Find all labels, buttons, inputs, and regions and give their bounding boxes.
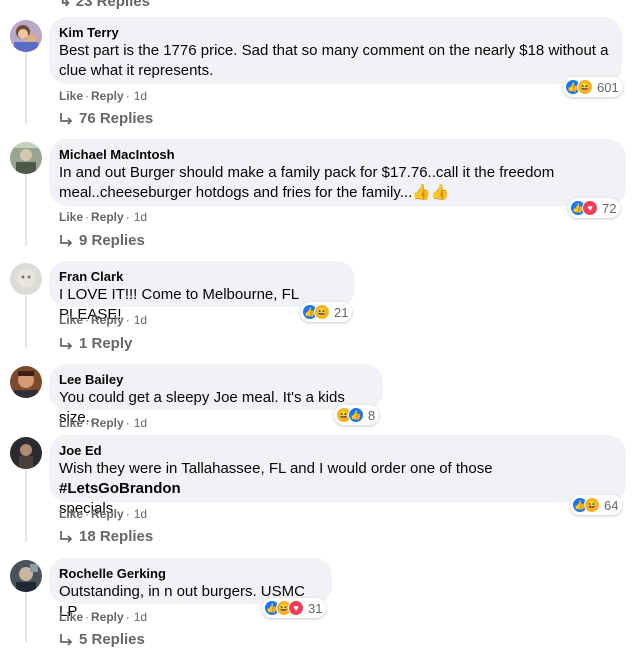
comment-author[interactable]: Rochelle Gerking bbox=[59, 566, 320, 582]
thread-line bbox=[25, 470, 27, 542]
timestamp[interactable]: 1d bbox=[134, 416, 147, 430]
reply-button[interactable]: Reply bbox=[91, 416, 124, 430]
avatar[interactable] bbox=[10, 560, 42, 592]
like-button[interactable]: Like bbox=[59, 507, 83, 521]
comment-bubble: Michael MacIntosh In and out Burger shou… bbox=[49, 139, 626, 206]
like-button[interactable]: Like bbox=[59, 89, 83, 103]
reaction-summary[interactable]: 👍 😆 64 bbox=[570, 495, 623, 515]
reaction-summary[interactable]: 👍 😆 601 bbox=[563, 77, 623, 97]
reaction-count: 8 bbox=[368, 407, 376, 423]
thread-line bbox=[25, 296, 27, 348]
reaction-count: 72 bbox=[602, 200, 617, 216]
thread-line bbox=[25, 592, 27, 642]
reaction-summary[interactable]: 👍 ♥ 72 bbox=[568, 198, 621, 218]
avatar[interactable] bbox=[10, 437, 42, 469]
reply-button[interactable]: Reply bbox=[91, 313, 124, 327]
comment-author[interactable]: Fran Clark bbox=[59, 269, 343, 285]
timestamp[interactable]: 1d bbox=[134, 610, 147, 624]
comment-bubble: Lee Bailey You could get a sleepy Joe me… bbox=[49, 364, 383, 426]
like-button[interactable]: Like bbox=[59, 210, 83, 224]
avatar[interactable] bbox=[10, 142, 42, 174]
comment-actions: Like · Reply · 1d bbox=[59, 313, 148, 327]
reply-arrow-icon: ↳ bbox=[59, 0, 76, 10]
reply-arrow-icon bbox=[60, 112, 73, 125]
reply-arrow-icon bbox=[60, 234, 73, 247]
like-reaction-icon: 👍 bbox=[348, 407, 364, 423]
comment-text: In and out Burger should make a family p… bbox=[59, 164, 555, 181]
comment-author[interactable]: Lee Bailey bbox=[59, 372, 371, 388]
haha-reaction-icon: 😆 bbox=[314, 304, 330, 320]
reaction-count: 31 bbox=[308, 600, 323, 616]
comment-author[interactable]: Michael MacIntosh bbox=[59, 147, 614, 163]
comment-text: meal..cheeseburger hotdogs and fries for… bbox=[59, 184, 450, 201]
comment-bubble: Kim Terry Best part is the 1776 price. S… bbox=[49, 17, 622, 84]
haha-reaction-icon: 😆 bbox=[577, 79, 593, 95]
timestamp[interactable]: 1d bbox=[134, 313, 147, 327]
view-replies-link[interactable]: 18 Replies bbox=[59, 528, 153, 545]
thread-line bbox=[25, 174, 27, 246]
hashtag-link[interactable]: #LetsGoBrandon bbox=[59, 480, 181, 497]
reply-arrow-icon bbox=[60, 530, 73, 543]
reaction-summary[interactable]: 😆 👍 8 bbox=[334, 405, 380, 425]
comment-author[interactable]: Joe Ed bbox=[59, 443, 614, 459]
like-button[interactable]: Like bbox=[59, 313, 83, 327]
reply-arrow-icon bbox=[60, 337, 73, 350]
avatar[interactable] bbox=[10, 20, 42, 52]
view-replies-link[interactable]: 9 Replies bbox=[59, 232, 145, 249]
comment-actions: Like · Reply · 1d bbox=[59, 610, 148, 624]
reaction-count: 64 bbox=[604, 497, 619, 513]
reaction-summary[interactable]: 👍 😆 ♥ 31 bbox=[262, 598, 327, 618]
timestamp[interactable]: 1d bbox=[134, 507, 147, 521]
haha-reaction-icon: 😆 bbox=[584, 497, 600, 513]
comment-actions: Like · Reply · 1d bbox=[59, 507, 148, 521]
timestamp[interactable]: 1d bbox=[134, 89, 147, 103]
comment-author[interactable]: Kim Terry bbox=[59, 25, 610, 41]
reply-button[interactable]: Reply bbox=[91, 89, 124, 103]
reaction-count: 601 bbox=[597, 79, 619, 95]
like-button[interactable]: Like bbox=[59, 416, 83, 430]
avatar[interactable] bbox=[10, 366, 42, 398]
reply-button[interactable]: Reply bbox=[91, 210, 124, 224]
view-replies-link[interactable]: 76 Replies bbox=[59, 110, 153, 127]
view-replies-link[interactable]: 5 Replies bbox=[59, 631, 145, 648]
reply-button[interactable]: Reply bbox=[91, 507, 124, 521]
comment-actions: Like · Reply · 1d bbox=[59, 416, 148, 430]
reaction-count: 21 bbox=[334, 304, 349, 320]
comment-actions: Like · Reply · 1d bbox=[59, 210, 148, 224]
reply-arrow-icon bbox=[60, 633, 73, 646]
thread-line bbox=[25, 52, 27, 124]
reply-button[interactable]: Reply bbox=[91, 610, 124, 624]
love-reaction-icon: ♥ bbox=[288, 600, 304, 616]
timestamp[interactable]: 1d bbox=[134, 210, 147, 224]
reaction-summary[interactable]: 👍 😆 21 bbox=[300, 302, 353, 322]
comment-text: clue what it represents. bbox=[59, 62, 214, 79]
like-button[interactable]: Like bbox=[59, 610, 83, 624]
comment-bubble: Joe Ed Wish they were in Tallahassee, FL… bbox=[49, 435, 626, 517]
avatar[interactable] bbox=[10, 263, 42, 295]
love-reaction-icon: ♥ bbox=[582, 200, 598, 216]
comment-bubble: Fran Clark I LOVE IT!!! Come to Melbourn… bbox=[49, 261, 355, 323]
comment-text: Wish they were in Tallahassee, FL and I … bbox=[59, 460, 493, 497]
comment-text: Best part is the 1776 price. Sad that so… bbox=[59, 42, 609, 59]
comment-actions: Like · Reply · 1d bbox=[59, 89, 148, 103]
view-replies-link[interactable]: 1 Reply bbox=[59, 335, 132, 352]
previous-replies-link[interactable]: ↳ 23 Replies bbox=[59, 0, 150, 10]
